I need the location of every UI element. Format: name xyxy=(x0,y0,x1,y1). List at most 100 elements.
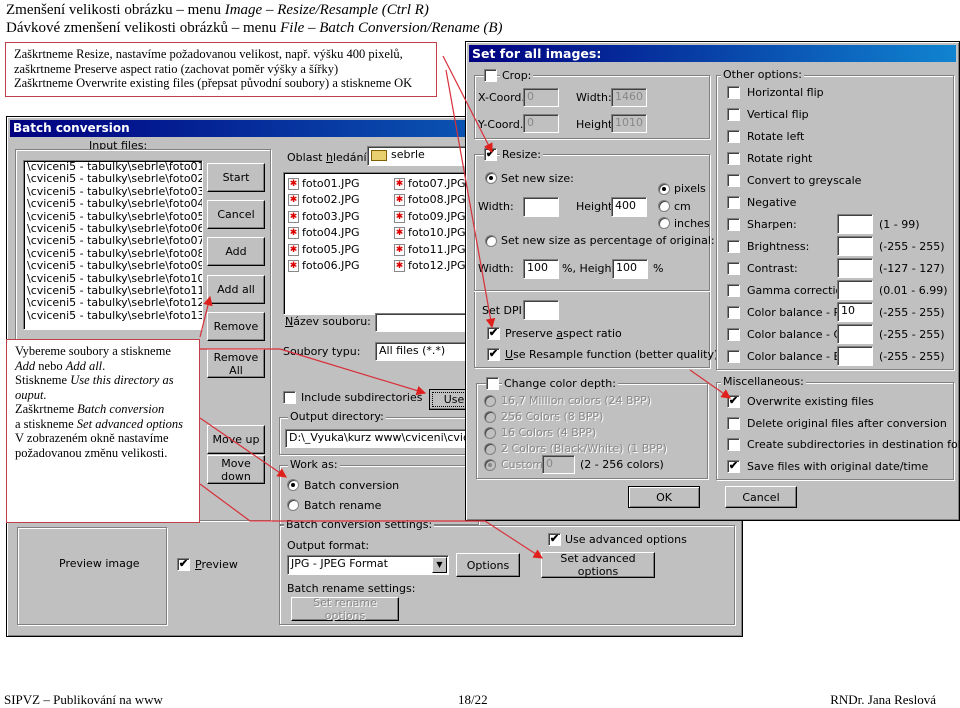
unit-cm-radio[interactable] xyxy=(658,200,670,212)
filetype-select[interactable]: All files (*.*) xyxy=(375,342,475,361)
value-option-checkbox[interactable] xyxy=(727,240,740,253)
options-button[interactable]: Options xyxy=(456,553,520,577)
browser-file-item[interactable]: ✱ foto03.JPG xyxy=(288,210,360,226)
value-option-checkbox[interactable] xyxy=(727,284,740,297)
input-file-item[interactable]: \cviceni5 - tabulky\sebrle\foto07.JPG xyxy=(24,235,202,248)
ok-button[interactable]: OK xyxy=(628,486,700,508)
browser-file-item[interactable]: ✱ foto10.JPG xyxy=(394,226,466,242)
browser-file-item[interactable]: ✱ foto06.JPG xyxy=(288,259,360,275)
input-file-item[interactable]: \cviceni5 - tabulky\sebrle\foto09.JPG xyxy=(24,259,202,272)
input-files-list[interactable]: \cviceni5 - tabulky\sebrle\foto01.JPG\cv… xyxy=(23,160,203,330)
image-file-icon: ✱ xyxy=(288,194,299,207)
browser-file-item[interactable]: ✱ foto01.JPG xyxy=(288,177,360,193)
move-down-button[interactable]: Move down xyxy=(207,455,265,484)
text: . xyxy=(102,358,106,373)
color-24bpp-radio[interactable] xyxy=(484,395,496,407)
input-file-item[interactable]: \cviceni5 - tabulky\sebrle\foto02.JPG xyxy=(24,172,202,185)
browser-file-item[interactable]: ✱ foto11.JPG xyxy=(394,243,466,259)
value-option-checkbox[interactable] xyxy=(727,306,740,319)
value-option-input[interactable] xyxy=(837,236,873,256)
input-file-item[interactable]: \cviceni5 - tabulky\sebrle\foto04.JPG xyxy=(24,197,202,210)
batch-conversion-settings-label: Batch conversion settings: xyxy=(284,518,435,531)
other-option-checkbox[interactable] xyxy=(727,174,740,187)
browser-file-item[interactable]: ✱ foto12.JPG xyxy=(394,259,466,275)
start-button[interactable]: Start xyxy=(207,163,265,192)
y-coord-input[interactable]: 0 xyxy=(523,114,559,133)
crop-width-input[interactable]: 1460 xyxy=(611,88,647,107)
input-file-item[interactable]: \cviceni5 - tabulky\sebrle\foto12.JPG xyxy=(24,297,202,310)
color-1bpp-radio[interactable] xyxy=(484,443,496,455)
value-option-checkbox[interactable] xyxy=(727,218,740,231)
value-option-checkbox[interactable] xyxy=(727,328,740,341)
other-option-checkbox[interactable] xyxy=(727,196,740,209)
color-custom-radio[interactable] xyxy=(484,459,496,471)
unit-inches-radio[interactable] xyxy=(658,217,670,229)
color-4bpp-radio[interactable] xyxy=(484,427,496,439)
dropdown-arrow-icon[interactable]: ▼ xyxy=(432,557,447,573)
pct-height-input[interactable]: 100 xyxy=(612,259,648,279)
misc-option-checkbox[interactable]: ✔ xyxy=(727,395,740,408)
advanced-cancel-button[interactable]: Cancel xyxy=(725,486,797,508)
preview-checkbox[interactable]: ✔ xyxy=(177,558,190,571)
value-option-input[interactable] xyxy=(837,214,873,234)
input-file-item[interactable]: \cviceni5 - tabulky\sebrle\foto13.JPG xyxy=(24,309,202,322)
preserve-aspect-checkbox[interactable]: ✔ xyxy=(487,327,500,340)
remove-button[interactable]: Remove xyxy=(207,312,265,341)
value-option-input[interactable] xyxy=(837,258,873,278)
browser-file-item[interactable]: ✱ foto08.JPG xyxy=(394,193,466,209)
crop-checkbox[interactable] xyxy=(484,69,497,82)
value-option-checkbox[interactable] xyxy=(727,262,740,275)
pct-width-input[interactable]: 100 xyxy=(523,259,559,279)
percentage-radio[interactable] xyxy=(485,235,497,247)
resize-checkbox[interactable]: ✔ xyxy=(484,148,497,161)
other-option-checkbox[interactable] xyxy=(727,108,740,121)
add-button[interactable]: Add xyxy=(207,237,265,266)
new-height-input[interactable]: 400 xyxy=(611,197,647,217)
dpi-input[interactable] xyxy=(523,300,559,320)
other-option-checkbox[interactable] xyxy=(727,130,740,143)
browser-file-item[interactable]: ✱ foto05.JPG xyxy=(288,243,360,259)
set-advanced-options-button[interactable]: Set advanced options xyxy=(541,552,655,578)
color-8bpp-radio[interactable] xyxy=(484,411,496,423)
advanced-title-bar: Set for all images: xyxy=(469,45,956,62)
misc-option-checkbox[interactable] xyxy=(727,416,740,430)
batch-rename-radio[interactable] xyxy=(287,499,299,511)
other-option-checkbox[interactable] xyxy=(727,86,740,99)
misc-option-checkbox[interactable]: ✔ xyxy=(727,459,740,473)
color-custom-input[interactable]: 0 xyxy=(542,455,575,474)
filename-input[interactable] xyxy=(375,313,475,332)
include-subdirectories-checkbox[interactable] xyxy=(283,391,296,404)
value-option-range: (-127 - 127) xyxy=(879,262,945,275)
output-directory-label: Output directory: xyxy=(288,410,386,423)
move-up-button[interactable]: Move up xyxy=(207,425,265,454)
output-format-select[interactable]: JPG - JPEG Format ▼ xyxy=(287,555,449,575)
browser-file-item[interactable]: ✱ foto07.JPG xyxy=(394,177,466,193)
batch-conversion-radio[interactable] xyxy=(287,479,299,491)
crop-height-input[interactable]: 1010 xyxy=(611,114,647,133)
remove-all-button[interactable]: Remove All xyxy=(207,349,265,378)
look-in-select[interactable]: sebrle xyxy=(367,146,477,166)
x-coord-input[interactable]: 0 xyxy=(523,88,559,107)
cancel-button[interactable]: Cancel xyxy=(207,200,265,229)
file-browser-list[interactable]: ✱ foto01.JPG ✱ foto02.JPG ✱ foto03.JPG ✱ foto04… xyxy=(283,172,473,315)
misc-option-checkbox[interactable] xyxy=(727,438,740,451)
value-option-input[interactable] xyxy=(837,346,873,366)
browser-file-item[interactable]: ✱ foto02.JPG xyxy=(288,193,360,209)
other-option-checkbox[interactable] xyxy=(727,152,740,165)
set-new-size-radio[interactable] xyxy=(485,172,497,184)
value-option-input[interactable]: 10 xyxy=(837,302,873,322)
file-name: foto04.JPG xyxy=(302,226,360,240)
value-option-input[interactable] xyxy=(837,280,873,300)
use-advanced-options-checkbox[interactable]: ✔ xyxy=(548,533,561,546)
value-option-input[interactable] xyxy=(837,324,873,344)
unit-pixels-radio[interactable] xyxy=(658,183,670,195)
browser-file-item[interactable]: ✱ foto09.JPG xyxy=(394,210,466,226)
use-resample-checkbox[interactable]: ✔ xyxy=(487,348,500,361)
add-all-button[interactable]: Add all xyxy=(207,275,265,304)
browser-file-item[interactable]: ✱ foto04.JPG xyxy=(288,226,360,242)
new-width-input[interactable] xyxy=(523,197,559,217)
change-color-depth-checkbox[interactable] xyxy=(486,377,499,390)
value-option-checkbox[interactable] xyxy=(727,350,740,363)
output-directory-input[interactable]: D:\_Vyuka\kurz www\cviceni\cviceni5 xyxy=(285,429,475,448)
set-rename-options-button[interactable]: Set rename options xyxy=(291,596,399,622)
